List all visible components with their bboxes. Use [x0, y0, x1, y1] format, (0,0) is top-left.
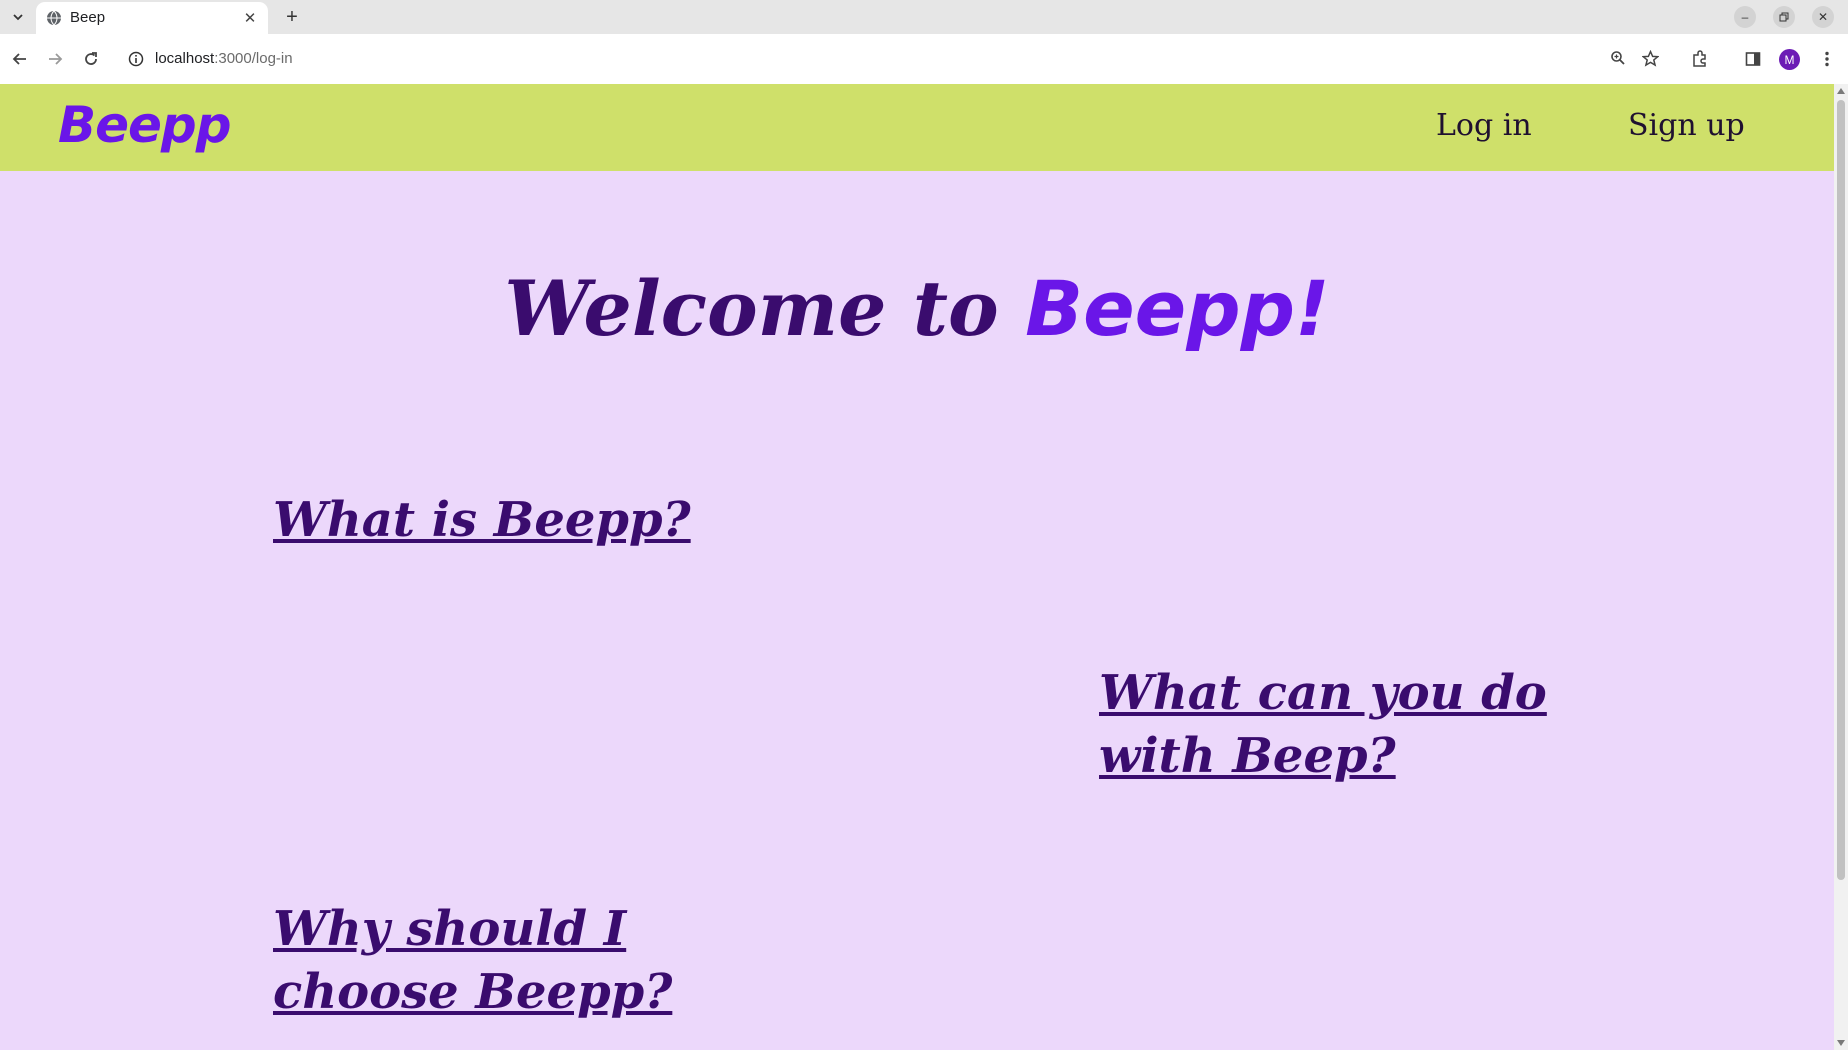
url-text: localhost:3000/log-in	[155, 50, 293, 67]
why-choose-beepp-link[interactable]: Why should I choose Beepp?	[273, 898, 672, 1024]
signup-link[interactable]: Sign up	[1628, 108, 1745, 143]
tab-list-chevron-icon[interactable]	[6, 5, 30, 29]
title-brand: Beepp!	[1025, 264, 1330, 353]
new-tab-plus-icon[interactable]: +	[280, 5, 304, 29]
browser-tab[interactable]: Beep ✕	[36, 2, 268, 34]
tab-close-icon[interactable]: ✕	[240, 8, 260, 28]
close-window-icon[interactable]: ✕	[1812, 6, 1834, 28]
tab-title: Beep	[70, 9, 106, 26]
what-is-beepp-link[interactable]: What is Beepp?	[273, 489, 691, 552]
scrollbar-thumb[interactable]	[1837, 100, 1845, 880]
profile-avatar[interactable]: M	[1779, 49, 1800, 70]
login-link[interactable]: Log in	[1436, 108, 1532, 143]
site-header: Beepp Log in Sign up	[0, 84, 1834, 171]
extensions-puzzle-icon[interactable]	[1687, 46, 1713, 72]
section-link-line2: choose Beepp?	[273, 964, 673, 1020]
browser-toolbar: localhost:3000/log-in M	[0, 34, 1848, 85]
bookmark-star-icon[interactable]	[1639, 47, 1661, 69]
section-link-line2: with Beep?	[1099, 728, 1396, 784]
browser-tab-bar: Beep ✕ + – ✕	[0, 0, 1848, 34]
back-arrow-icon[interactable]	[7, 46, 33, 72]
restore-window-icon[interactable]	[1773, 6, 1795, 28]
site-logo[interactable]: Beepp	[58, 96, 232, 154]
scroll-up-arrow-icon[interactable]	[1837, 88, 1845, 94]
page-viewport: Beepp Log in Sign up Welcome to Beepp! W…	[0, 84, 1834, 1050]
menu-kebab-icon[interactable]	[1814, 46, 1840, 72]
zoom-icon[interactable]	[1607, 47, 1629, 69]
what-can-you-do-link[interactable]: What can you do with Beep?	[1099, 662, 1547, 788]
site-info-icon[interactable]	[128, 51, 144, 67]
title-prefix: Welcome to	[504, 264, 1026, 353]
globe-icon	[46, 10, 62, 26]
scroll-down-arrow-icon[interactable]	[1837, 1040, 1845, 1046]
section-link-line1: What can you do	[1099, 665, 1547, 721]
section-link-line1: Why should I	[273, 901, 627, 957]
minimize-window-icon[interactable]: –	[1734, 6, 1756, 28]
forward-arrow-icon[interactable]	[42, 46, 68, 72]
page-title: Welcome to Beepp!	[0, 264, 1834, 353]
address-bar[interactable]: localhost:3000/log-in	[118, 41, 1678, 77]
side-panel-icon[interactable]	[1740, 46, 1766, 72]
page-scrollbar[interactable]	[1834, 84, 1848, 1050]
section-link-label: What is Beepp?	[273, 492, 691, 548]
reload-icon[interactable]	[78, 46, 104, 72]
